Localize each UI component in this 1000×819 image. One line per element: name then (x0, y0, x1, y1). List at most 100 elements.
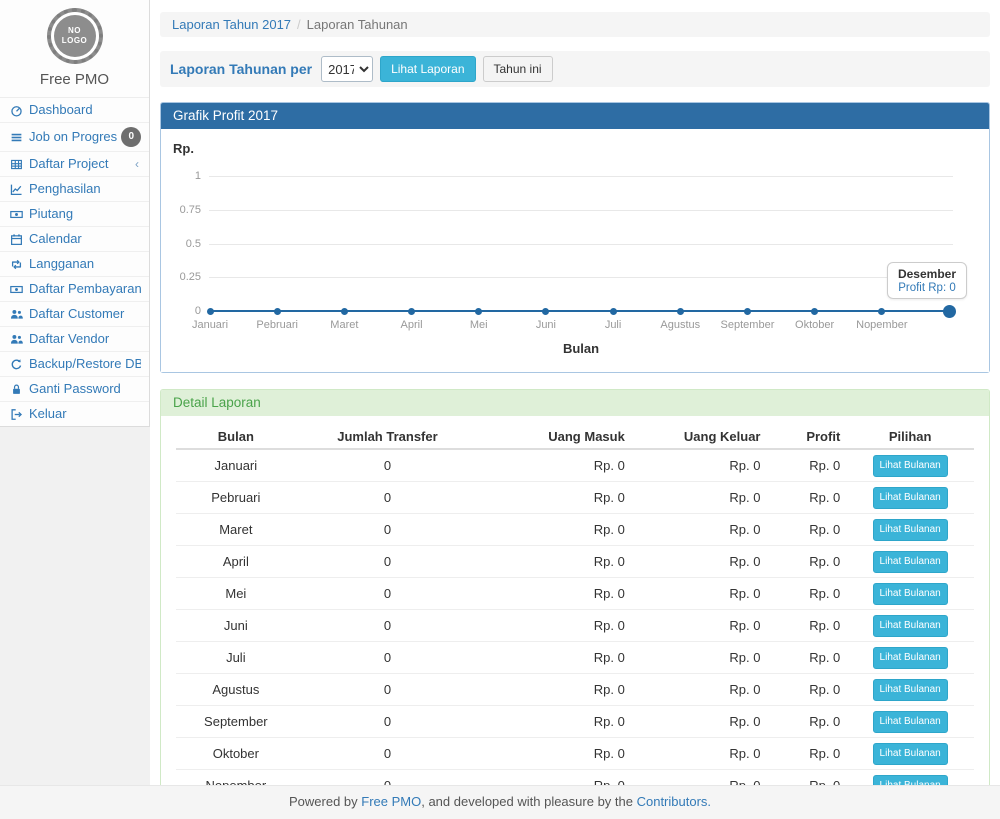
sidebar-item-label: Calendar (29, 231, 141, 247)
cell-uang-masuk: Rp. 0 (479, 642, 631, 674)
year-filter-label: Laporan Tahunan per (170, 61, 312, 77)
view-report-button[interactable]: Lihat Laporan (380, 56, 475, 82)
view-monthly-button[interactable]: Lihat Bulanan (873, 487, 948, 509)
chart-data-point-oktober[interactable] (811, 308, 818, 315)
report-detail-panel-title: Detail Laporan (161, 390, 989, 416)
breadcrumb-current: Laporan Tahunan (307, 17, 408, 32)
breadcrumb-separator: / (297, 17, 301, 32)
footer-link-free-pmo[interactable]: Free PMO (361, 794, 421, 809)
chart-data-point-september[interactable] (744, 308, 751, 315)
line-chart-icon (8, 183, 25, 196)
chart-gridline (209, 277, 953, 278)
cell-jumlah-transfer: 0 (296, 578, 480, 610)
footer: Powered by Free PMO, and developed with … (0, 785, 1000, 819)
sidebar-item-penghasilan[interactable]: Penghasilan (0, 176, 149, 201)
view-monthly-button[interactable]: Lihat Bulanan (873, 743, 948, 765)
footer-text-prefix: Powered by (289, 794, 361, 809)
chart-tooltip: DesemberProfit Rp: 0 (887, 262, 967, 299)
view-monthly-button[interactable]: Lihat Bulanan (873, 583, 948, 605)
cell-jumlah-transfer: 0 (296, 738, 480, 770)
sidebar-item-daftar-pembayaran[interactable]: Daftar Pembayaran (0, 276, 149, 301)
table-row: Juli0Rp. 0Rp. 0Rp. 0Lihat Bulanan (176, 642, 974, 674)
retweet-icon (8, 258, 25, 271)
sidebar-item-daftar-vendor[interactable]: Daftar Vendor (0, 326, 149, 351)
cell-uang-keluar: Rp. 0 (631, 738, 767, 770)
year-select[interactable]: 2017 (321, 56, 373, 82)
sidebar-item-job-on-progress[interactable]: Job on Progress0 (0, 122, 149, 151)
cell-jumlah-transfer: 0 (296, 610, 480, 642)
cell-pilihan: Lihat Bulanan (846, 706, 974, 738)
cell-jumlah-transfer: 0 (296, 706, 480, 738)
cell-bulan: Oktober (176, 738, 296, 770)
chart-data-point-april[interactable] (408, 308, 415, 315)
logo-block: NO LOGO Free PMO (0, 0, 149, 98)
cell-pilihan: Lihat Bulanan (846, 449, 974, 482)
view-monthly-button[interactable]: Lihat Bulanan (873, 711, 948, 733)
chart-data-point-desember[interactable] (943, 305, 956, 318)
cell-jumlah-transfer: 0 (296, 449, 480, 482)
cell-bulan: Pebruari (176, 482, 296, 514)
view-monthly-button[interactable]: Lihat Bulanan (873, 647, 948, 669)
table-row: Mei0Rp. 0Rp. 0Rp. 0Lihat Bulanan (176, 578, 974, 610)
sidebar-item-ganti-password[interactable]: Ganti Password (0, 376, 149, 401)
badge-count: 0 (121, 127, 141, 147)
cell-profit: Rp. 0 (766, 770, 846, 786)
chart-data-point-pebruari[interactable] (274, 308, 281, 315)
cell-profit: Rp. 0 (766, 642, 846, 674)
view-monthly-button[interactable]: Lihat Bulanan (873, 519, 948, 541)
table-row: Agustus0Rp. 0Rp. 0Rp. 0Lihat Bulanan (176, 674, 974, 706)
chart-gridline (209, 210, 953, 211)
sidebar-item-label: Daftar Pembayaran (29, 281, 141, 297)
logo-text: NO LOGO (61, 26, 89, 46)
chart-data-point-agustus[interactable] (677, 308, 684, 315)
chart-data-point-juni[interactable] (542, 308, 549, 315)
cell-bulan: Juni (176, 610, 296, 642)
cell-jumlah-transfer: 0 (296, 642, 480, 674)
cell-pilihan: Lihat Bulanan (846, 514, 974, 546)
footer-link-contributors[interactable]: Contributors. (637, 794, 711, 809)
chart-x-tick-label: September (712, 319, 782, 331)
chart-tooltip-title: Desember (898, 267, 956, 281)
chart-y-tick-label: 0.25 (165, 271, 201, 283)
cell-bulan: Maret (176, 514, 296, 546)
report-table-header-row: BulanJumlah TransferUang MasukUang Kelua… (176, 424, 974, 449)
cell-profit: Rp. 0 (766, 706, 846, 738)
sidebar-item-daftar-project[interactable]: Daftar Project‹ (0, 151, 149, 176)
sidebar-item-dashboard[interactable]: Dashboard (0, 98, 149, 122)
table-row: Juni0Rp. 0Rp. 0Rp. 0Lihat Bulanan (176, 610, 974, 642)
main-content: Laporan Tahun 2017 / Laporan Tahunan Lapor… (150, 0, 1000, 785)
chart-data-point-nopember[interactable] (878, 308, 885, 315)
view-monthly-button[interactable]: Lihat Bulanan (873, 615, 948, 637)
this-year-button[interactable]: Tahun ini (483, 56, 553, 82)
sidebar-item-piutang[interactable]: Piutang (0, 201, 149, 226)
chart-data-point-maret[interactable] (341, 308, 348, 315)
view-monthly-button[interactable]: Lihat Bulanan (873, 679, 948, 701)
view-monthly-button[interactable]: Lihat Bulanan (873, 775, 948, 786)
sidebar-item-calendar[interactable]: Calendar (0, 226, 149, 251)
sidebar-item-daftar-customer[interactable]: Daftar Customer (0, 301, 149, 326)
view-monthly-button[interactable]: Lihat Bulanan (873, 551, 948, 573)
chart-series-line (210, 310, 949, 312)
chart-data-point-januari[interactable] (207, 308, 214, 315)
chart-data-point-mei[interactable] (475, 308, 482, 315)
sidebar-item-label: Piutang (29, 206, 141, 222)
report-table: BulanJumlah TransferUang MasukUang Kelua… (176, 424, 974, 785)
chart-gridline (209, 244, 953, 245)
chart-data-point-juli[interactable] (610, 308, 617, 315)
cell-bulan: Juli (176, 642, 296, 674)
cell-uang-masuk: Rp. 0 (479, 482, 631, 514)
chart-y-tick-label: 0.5 (165, 238, 201, 250)
sidebar-item-keluar[interactable]: Keluar (0, 401, 149, 426)
sidebar-item-langganan[interactable]: Langganan (0, 251, 149, 276)
column-header-profit: Profit (766, 424, 846, 449)
cell-uang-keluar: Rp. 0 (631, 770, 767, 786)
breadcrumb-link-laporan-tahun[interactable]: Laporan Tahun 2017 (172, 17, 291, 32)
tasks-icon (8, 131, 25, 144)
view-monthly-button[interactable]: Lihat Bulanan (873, 455, 948, 477)
chart-gridline (209, 176, 953, 177)
profit-chart-panel: Grafik Profit 2017 Rp.00.250.50.751Janua… (160, 102, 990, 373)
cell-pilihan: Lihat Bulanan (846, 546, 974, 578)
cell-uang-keluar: Rp. 0 (631, 514, 767, 546)
cell-uang-keluar: Rp. 0 (631, 482, 767, 514)
sidebar-item-backup-restore-db[interactable]: Backup/Restore DB (0, 351, 149, 376)
